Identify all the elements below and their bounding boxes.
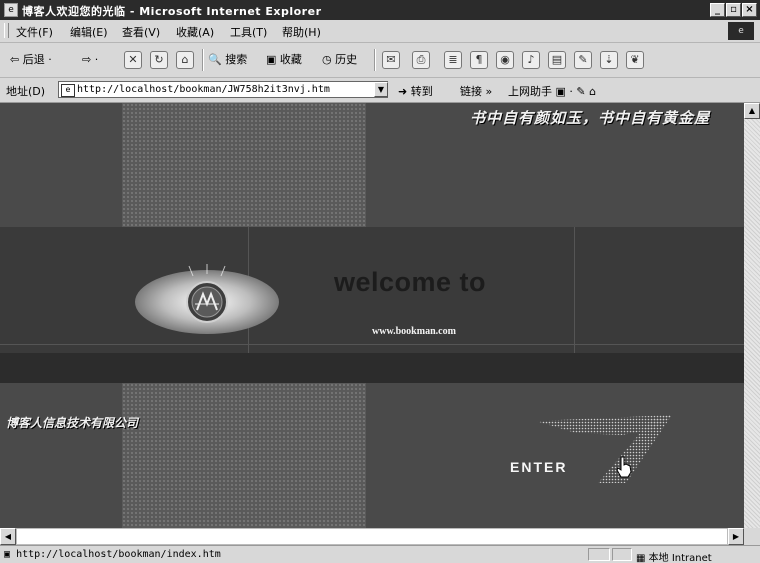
ie-window-icon: e bbox=[4, 3, 18, 17]
menu-grip bbox=[4, 23, 9, 38]
page-content: 书中自有颜如玉，书中自有黄金屋 welcome to www.bookman.c… bbox=[0, 103, 744, 528]
helper-tools-icon: ▣ · ✎ ⌂ bbox=[555, 85, 597, 98]
refresh-icon[interactable]: ↻ bbox=[150, 51, 168, 69]
dot-grid-top bbox=[122, 103, 366, 227]
dot-grid-bottom bbox=[122, 383, 366, 528]
back-arrow-icon: ⇦ bbox=[10, 53, 20, 66]
scroll-up-button[interactable]: ▲ bbox=[744, 103, 760, 119]
forward-button[interactable]: ⇨ · bbox=[82, 50, 98, 70]
search-icon: 🔍 bbox=[208, 53, 222, 66]
welcome-heading: welcome to bbox=[334, 267, 487, 297]
hand-cursor-icon bbox=[616, 456, 632, 478]
favorites-label: 收藏 bbox=[279, 53, 302, 66]
vertical-scrollbar[interactable]: ▲ bbox=[744, 103, 760, 528]
stop-icon[interactable]: ✕ bbox=[124, 51, 142, 69]
zone-label: 本地 Intranet bbox=[648, 553, 712, 563]
helper-label: 上网助手 bbox=[508, 85, 552, 98]
menu-view[interactable]: 查看(V) bbox=[122, 24, 160, 40]
close-button[interactable]: × bbox=[742, 3, 757, 17]
site-url: www.bookman.com bbox=[372, 326, 456, 337]
status-text: ▣ http://localhost/bookman/index.htm bbox=[4, 549, 221, 560]
menu-help[interactable]: 帮助(H) bbox=[282, 24, 321, 40]
research-icon[interactable]: ✎ bbox=[574, 51, 592, 69]
back-label: 后退 bbox=[22, 53, 45, 66]
bookmark-icon[interactable]: ❦ bbox=[626, 51, 644, 69]
dark-stripe bbox=[0, 353, 744, 383]
go-arrow-icon: ➜ bbox=[398, 85, 408, 98]
history-label: 历史 bbox=[335, 53, 358, 66]
status-url: http://localhost/bookman/index.htm bbox=[16, 549, 221, 560]
address-dropdown-button[interactable]: ▼ bbox=[374, 82, 388, 97]
favorites-icon: ▣ bbox=[266, 53, 277, 66]
calculator-icon[interactable]: ▤ bbox=[548, 51, 566, 69]
enter-button[interactable]: ENTER bbox=[510, 459, 567, 475]
address-bar: 地址(D) http://localhost/bookman/JW758h2it… bbox=[0, 78, 760, 103]
discuss-icon[interactable]: ¶ bbox=[470, 51, 488, 69]
back-button[interactable]: ⇦ 后退 · bbox=[10, 50, 52, 70]
address-input[interactable]: http://localhost/bookman/JW758h2it3nvj.h… bbox=[58, 81, 388, 98]
scroll-left-button[interactable]: ◀ bbox=[0, 528, 16, 545]
status-bar: ▣ http://localhost/bookman/index.htm ▦ 本… bbox=[0, 545, 760, 563]
home-icon[interactable]: ⌂ bbox=[176, 51, 194, 69]
history-button[interactable]: ◷ 历史 bbox=[322, 50, 357, 70]
menu-file[interactable]: 文件(F) bbox=[16, 24, 53, 40]
horizontal-scrollbar[interactable]: ◀ ▶ bbox=[0, 528, 760, 545]
mail-icon[interactable]: ✉ bbox=[382, 51, 400, 69]
standard-toolbar: ⇦ 后退 · ⇨ · ✕ ↻ ⌂ 🔍 搜索 ▣ 收藏 ◷ 历史 ✉ ⎙ ≣ ¶ … bbox=[0, 43, 760, 78]
favorites-button[interactable]: ▣ 收藏 bbox=[266, 50, 302, 70]
intranet-zone-icon: ▦ bbox=[636, 553, 646, 563]
slogan-top: 书中自有颜如玉，书中自有黄金屋 bbox=[470, 109, 711, 127]
title-bar: e 博客人欢迎您的光临 - Microsoft Internet Explore… bbox=[0, 0, 760, 20]
menu-tools[interactable]: 工具(T) bbox=[230, 24, 267, 40]
bookman-logo bbox=[135, 264, 279, 334]
security-zone: ▦ 本地 Intranet bbox=[636, 549, 712, 563]
search-label: 搜索 bbox=[225, 53, 248, 66]
search-button[interactable]: 🔍 搜索 bbox=[208, 50, 247, 70]
go-button[interactable]: ➜ 转到 bbox=[398, 83, 433, 99]
toolbar-separator bbox=[374, 49, 376, 71]
messenger-icon[interactable]: ◉ bbox=[496, 51, 514, 69]
media-icon[interactable]: ♪ bbox=[522, 51, 540, 69]
download-icon[interactable]: ⇣ bbox=[600, 51, 618, 69]
status-pane bbox=[612, 548, 632, 561]
ie-throbber-logo: e bbox=[728, 22, 754, 40]
go-label: 转到 bbox=[410, 85, 433, 98]
minimize-button[interactable]: _ bbox=[710, 3, 725, 17]
address-label: 地址(D) bbox=[6, 85, 46, 98]
menu-edit[interactable]: 编辑(E) bbox=[70, 24, 108, 40]
menu-bar: 文件(F) 编辑(E) 查看(V) 收藏(A) 工具(T) 帮助(H) e bbox=[0, 20, 760, 43]
forward-arrow-icon: ⇨ · bbox=[82, 53, 99, 66]
status-pane bbox=[588, 548, 610, 561]
print-icon[interactable]: ⎙ bbox=[412, 51, 430, 69]
scroll-right-button[interactable]: ▶ bbox=[728, 528, 744, 545]
page-status-icon: ▣ bbox=[4, 549, 11, 560]
links-button[interactable]: 链接 » bbox=[460, 83, 492, 99]
slogan-left: 博客人信息技术有限公司 bbox=[6, 416, 139, 430]
page-icon: e bbox=[61, 84, 75, 97]
horizontal-scroll-track[interactable] bbox=[16, 528, 728, 545]
history-icon: ◷ bbox=[322, 53, 332, 66]
window-title: 博客人欢迎您的光临 - Microsoft Internet Explorer bbox=[22, 5, 322, 18]
browser-window: e 博客人欢迎您的光临 - Microsoft Internet Explore… bbox=[0, 0, 760, 563]
helper-button[interactable]: 上网助手 ▣ · ✎ ⌂ bbox=[508, 83, 596, 99]
edit-icon[interactable]: ≣ bbox=[444, 51, 462, 69]
menu-favorites[interactable]: 收藏(A) bbox=[176, 24, 214, 40]
divider bbox=[0, 344, 744, 345]
toolbar-separator bbox=[202, 49, 204, 71]
maximize-button[interactable]: ▫ bbox=[726, 3, 741, 17]
chevron-down-icon: · bbox=[48, 53, 52, 66]
